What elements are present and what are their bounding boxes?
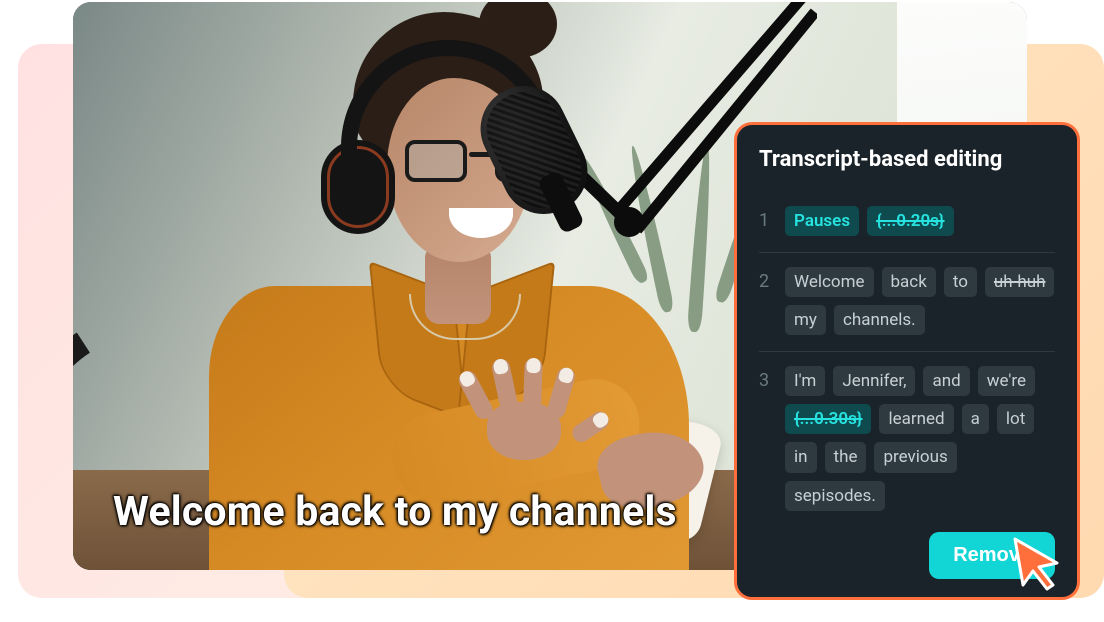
transcript-panel: Transcript-based editing 1 Pauses {...0.20… xyxy=(734,122,1080,600)
transcript-token[interactable]: Jennifer, xyxy=(833,366,915,396)
transcript-token[interactable]: lot xyxy=(997,404,1034,434)
transcript-token[interactable]: channels. xyxy=(834,305,925,335)
transcript-token[interactable]: my xyxy=(785,305,826,335)
line-number: 1 xyxy=(759,206,773,231)
transcript-line: 3 I'm Jennifer, and we're {...0.30s} learned al… xyxy=(759,352,1055,526)
transcript-token[interactable]: the xyxy=(825,442,867,472)
transcript-token[interactable]: {...0.30s} xyxy=(785,404,871,434)
person-podcaster xyxy=(153,12,713,570)
video-caption: Welcome back to my channels xyxy=(113,488,677,536)
transcript-token[interactable]: and xyxy=(923,366,969,396)
line-number: 3 xyxy=(759,366,773,391)
transcript-token[interactable]: uh-huh xyxy=(985,267,1055,297)
transcript-line: 1 Pauses {...0.20s} xyxy=(759,192,1055,253)
transcript-token[interactable]: Pauses xyxy=(785,206,859,236)
transcript-token[interactable]: Welcome xyxy=(785,267,874,297)
remove-button[interactable]: Remove xyxy=(929,532,1055,579)
transcript-line: 2 Welcome backto uh-huh my channels. xyxy=(759,253,1055,352)
transcript-token[interactable]: I'm xyxy=(785,366,825,396)
transcript-token[interactable]: previous xyxy=(874,442,956,472)
transcript-token[interactable]: in xyxy=(785,442,817,472)
transcript-token[interactable]: a xyxy=(962,404,989,434)
panel-title: Transcript-based editing xyxy=(759,147,1055,172)
transcript-token[interactable]: to xyxy=(944,267,977,297)
line-number: 2 xyxy=(759,267,773,292)
transcript-token[interactable]: learned xyxy=(879,404,953,434)
transcript-token[interactable]: back xyxy=(882,267,936,297)
transcript-token[interactable]: sepisodes. xyxy=(785,481,885,511)
transcript-token[interactable]: {...0.20s} xyxy=(867,206,953,236)
transcript-token[interactable]: we're xyxy=(978,366,1035,396)
